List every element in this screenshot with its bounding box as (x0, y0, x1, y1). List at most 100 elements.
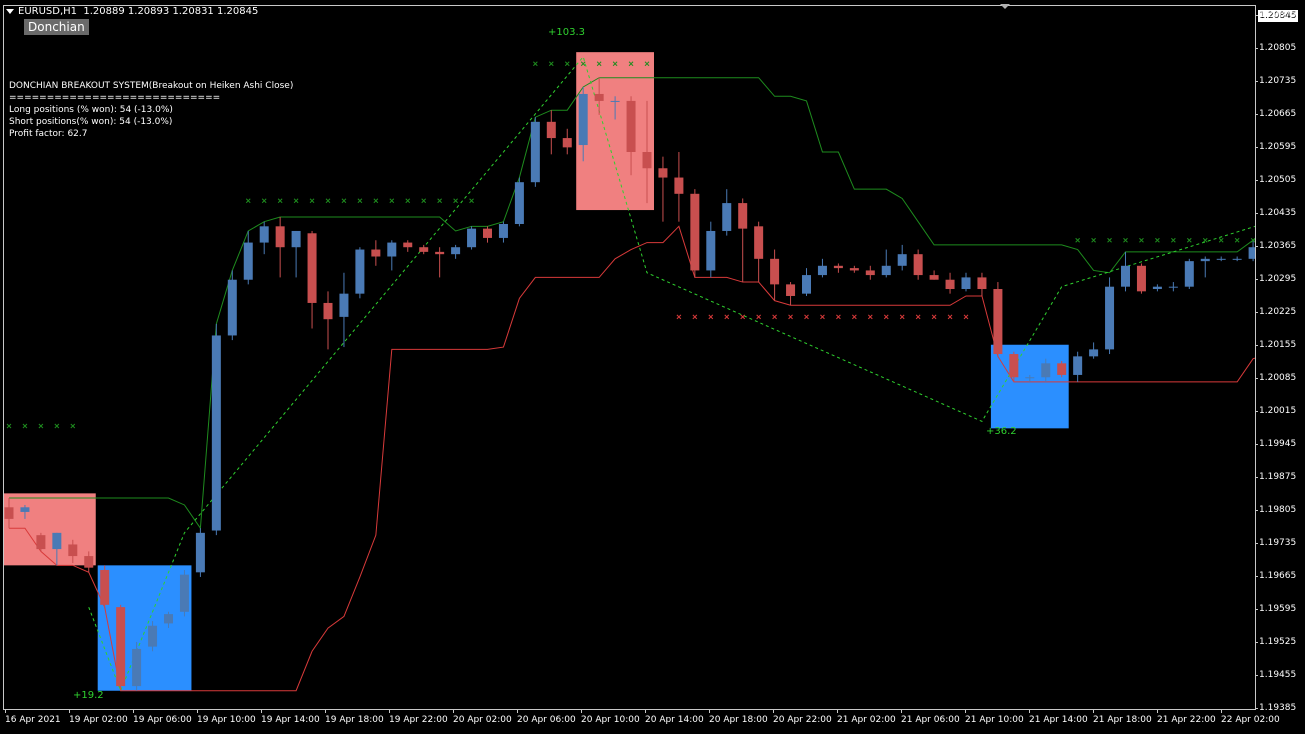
candle-body (195, 532, 205, 573)
candle-body (897, 254, 907, 266)
candle-body (1041, 363, 1051, 378)
candle-body (148, 625, 158, 647)
candle-body (1009, 354, 1019, 378)
candle-body (100, 569, 110, 605)
candle-body (1184, 261, 1194, 287)
breakout-level-marker (1091, 237, 1096, 243)
candle-body (435, 251, 445, 255)
candle-body (403, 242, 413, 248)
price-tick-label: 1.20365 (1254, 241, 1297, 251)
breakout-level-marker (1107, 237, 1112, 243)
symbol-ohlc: 1.20889 1.20893 1.20831 1.20845 (83, 6, 259, 17)
candle-body (36, 535, 46, 550)
price-tick-label: 1.20735 (1254, 76, 1297, 86)
candle-body (674, 177, 684, 194)
candle-body (1073, 356, 1083, 375)
breakout-level-marker (899, 314, 905, 320)
candle-body (1105, 286, 1115, 350)
price-tick-label: 1.20085 (1254, 373, 1297, 383)
price-tick-label: 1.20435 (1254, 208, 1297, 218)
breakout-level-marker (373, 198, 379, 204)
candle-body (945, 279, 955, 290)
breakout-level-marker (915, 314, 921, 320)
time-tick-label: 20 Apr 02:00 (453, 710, 512, 725)
breakout-level-marker (341, 198, 347, 204)
breakout-level-marker (357, 198, 363, 204)
candle-body (467, 228, 477, 248)
candle-body (1057, 363, 1067, 375)
time-tick-label: 21 Apr 02:00 (837, 710, 896, 725)
time-tick-label: 19 Apr 22:00 (389, 710, 448, 725)
breakout-level-marker (851, 314, 857, 320)
breakout-level-marker (1186, 237, 1192, 243)
candle-body (355, 249, 365, 294)
candle-body (259, 226, 269, 243)
candle-body (1168, 286, 1178, 288)
donchian-indicator-button[interactable]: Donchian (24, 19, 89, 35)
price-tick-label: 1.20225 (1254, 307, 1297, 317)
candle-body (770, 258, 780, 285)
breakout-level-marker (54, 423, 60, 429)
time-tick-label: 19 Apr 18:00 (325, 710, 384, 725)
chart-window[interactable]: EURUSD,H1 1.20889 1.20893 1.20831 1.2084… (0, 0, 1305, 734)
stats-long: Long positions (% won): 54 (-13.0%) (9, 105, 173, 115)
candle-body (68, 544, 78, 557)
breakout-level-marker (1123, 237, 1128, 243)
candle-body (722, 203, 732, 231)
candle-body (116, 607, 126, 687)
breakout-level-marker (963, 314, 969, 320)
breakout-level-marker (676, 314, 682, 320)
breakout-level-marker (947, 314, 953, 320)
breakout-level-marker (405, 198, 411, 204)
candle-body (451, 247, 461, 255)
collapse-triangle-icon[interactable] (6, 8, 14, 14)
stats-profit-factor: Profit factor: 62.7 (9, 129, 88, 139)
breakout-level-marker (931, 314, 937, 320)
candle-body (929, 275, 939, 280)
candle-body (578, 93, 588, 146)
time-tick-label: 20 Apr 14:00 (645, 710, 704, 725)
breakout-level-marker (293, 198, 299, 204)
breakout-level-marker (245, 198, 251, 204)
candle-body (865, 270, 875, 276)
price-tick-label: 1.19665 (1254, 571, 1297, 581)
price-tick-label: 1.20875 (1254, 10, 1297, 20)
time-tick-label: 19 Apr 14:00 (261, 710, 320, 725)
time-tick-label: 22 Apr 02:00 (1221, 710, 1280, 725)
candle-body (881, 265, 891, 276)
candle-body (690, 193, 700, 271)
candle-body (211, 335, 221, 531)
candle-body (132, 648, 142, 687)
chart-shift-marker-icon[interactable] (1000, 4, 1010, 9)
time-tick-label: 16 Apr 2021 (5, 710, 61, 725)
price-tick-label: 1.19595 (1254, 604, 1297, 614)
time-tick-label: 19 Apr 02:00 (69, 710, 128, 725)
breakout-level-marker (532, 61, 538, 67)
price-tick-label: 1.19945 (1254, 439, 1297, 449)
time-tick-label: 20 Apr 18:00 (709, 710, 768, 725)
breakout-level-marker (548, 61, 554, 67)
price-tick-label: 1.20665 (1254, 109, 1297, 119)
breakout-level-marker (1218, 237, 1224, 243)
trade-profit-label: +36.2 (986, 426, 1017, 437)
candle-body (530, 121, 540, 183)
candle-body (1025, 377, 1035, 379)
candle-body (738, 203, 748, 229)
breakout-level-marker (469, 198, 474, 204)
candle-body (1248, 247, 1255, 259)
trade-zone-box (97, 565, 192, 691)
candle-body (833, 265, 843, 269)
candle-body (546, 121, 556, 139)
price-tick-label: 1.19525 (1254, 637, 1297, 647)
breakout-level-marker (820, 314, 825, 320)
price-tick-label: 1.20295 (1254, 274, 1297, 284)
candle-body (514, 182, 524, 224)
candle-body (483, 228, 492, 238)
candle-body (610, 100, 620, 102)
breakout-level-marker (740, 314, 746, 320)
price-tick-label: 1.19385 (1254, 703, 1297, 713)
symbol-name: EURUSD,H1 (18, 6, 78, 17)
breakout-level-marker (788, 314, 793, 320)
breakout-level-marker (772, 314, 777, 320)
candle-body (387, 242, 397, 257)
